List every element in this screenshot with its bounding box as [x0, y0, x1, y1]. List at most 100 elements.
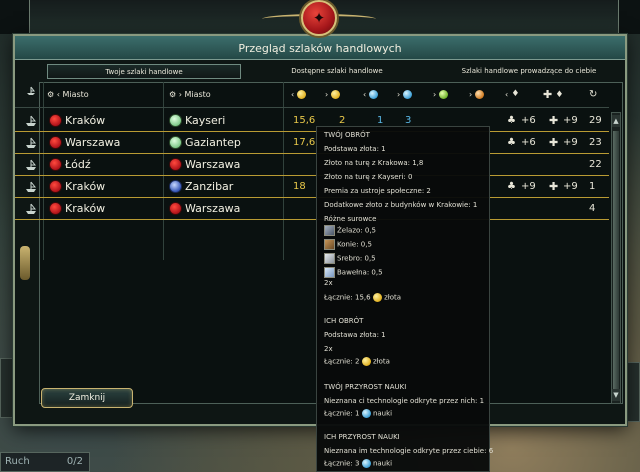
table-row[interactable]: Łódź Warszawa 22	[15, 154, 609, 176]
resource-iron: Żelazo: 0,5	[324, 225, 376, 236]
destination-city: Kayseri	[185, 114, 226, 127]
religion-to-header[interactable]: ✚ ♦	[543, 84, 564, 106]
resource-horses: Konie: 0,5	[324, 239, 372, 250]
destination-city: Warszawa	[185, 202, 241, 215]
scroll-thumb[interactable]	[613, 131, 619, 389]
tooltip-section-title: ICH PRZYROST NAUKI	[324, 433, 400, 441]
origin-city: Łódź	[65, 158, 91, 171]
tab-incoming-routes[interactable]: Szlaki handlowe prowadzące do ciebie	[433, 64, 625, 79]
table-row[interactable]: Kraków Zanzibar 18 +9 +9 1 ♣ ✚	[15, 176, 609, 198]
civ-icon	[169, 202, 182, 215]
destination-city: Gaziantep	[185, 136, 241, 149]
civ-icon	[169, 158, 182, 171]
iron-icon	[324, 225, 335, 236]
tooltip-line: TWÓJ OBRÓT	[324, 131, 370, 139]
tooltip-multiplier: 2x	[324, 345, 333, 353]
ship-icon	[25, 136, 38, 149]
turns-remaining: 4	[589, 203, 596, 214]
religion-icon: ♦	[511, 88, 520, 99]
origin-city: Kraków	[65, 114, 106, 127]
ship-icon	[25, 180, 38, 193]
tooltip-line: Podstawa złota: 1	[324, 145, 386, 153]
tooltip-line: Złoto na turę z Krakowa: 1,8	[324, 159, 424, 167]
scroll-up-icon[interactable]: ▲	[612, 115, 620, 127]
civ-icon	[49, 136, 62, 149]
religion-theirs: +9	[563, 181, 578, 192]
left-side-tab[interactable]	[0, 358, 14, 418]
horse-icon	[324, 239, 335, 250]
resource-silver: Srebro: 0,5	[324, 253, 376, 264]
table-row[interactable]: Warszawa Gaziantep 17,6 +6 +9 23 ♣ ✚	[15, 132, 609, 154]
scroll-down-icon[interactable]: ▼	[612, 389, 620, 401]
gold-from-header[interactable]: ‹	[291, 84, 307, 106]
religion-yours: +9	[521, 181, 536, 192]
ship-header-icon[interactable]	[25, 84, 37, 106]
turns-remaining: 1	[589, 181, 596, 192]
civ-icon	[169, 114, 182, 127]
civ-icon	[49, 114, 62, 127]
turns-remaining: 29	[589, 115, 602, 126]
gold-to-header[interactable]: ›	[325, 84, 341, 106]
civ-icon	[169, 136, 182, 149]
science-icon	[403, 89, 413, 99]
tooltip-line: Nieznana im technologie odkryte przez ci…	[324, 447, 494, 455]
science-to-header[interactable]: ›	[397, 84, 413, 106]
science-icon	[361, 459, 371, 468]
tooltip-section-title: ICH OBRÓT	[324, 317, 364, 325]
tooltip-line: Premia za ustroje społeczne: 2	[324, 187, 431, 195]
left-ornament	[20, 246, 30, 280]
production-header[interactable]: ›	[469, 84, 485, 106]
to-city-header[interactable]: ⚙ › Miasto	[169, 84, 211, 106]
dialog-title: Przegląd szlaków handlowych	[238, 42, 402, 55]
from-city-header[interactable]: ⚙ ‹ Miasto	[47, 84, 89, 106]
origin-city: Warszawa	[65, 136, 121, 149]
food-header[interactable]: ›	[433, 84, 449, 106]
table-header-row: ⚙ ‹ Miasto ⚙ › Miasto ‹ › ‹ › › › ‹ ♦ ✚ …	[15, 84, 609, 108]
cotton-icon	[324, 267, 335, 278]
origin-city: Kraków	[65, 202, 106, 215]
tooltip-total: Łącznie: 3 nauki	[324, 459, 393, 468]
gold-icon	[361, 357, 371, 366]
minimap-corner	[0, 0, 30, 34]
turns-remaining: 22	[589, 159, 602, 170]
civ-icon	[49, 180, 62, 193]
tooltip-line: Nieznana ci technologie odkryte przez ni…	[324, 397, 485, 405]
science-from-header[interactable]: ‹	[363, 84, 379, 106]
vertical-scrollbar[interactable]: ▲ ▼	[611, 112, 621, 404]
tooltip-total: Łącznie: 2 złota	[324, 357, 390, 366]
gold-icon	[372, 293, 382, 302]
chevron-left-icon: ⚙ ‹	[47, 90, 60, 99]
religion-theirs: +9	[563, 115, 578, 126]
religion-yours: +6	[521, 115, 536, 126]
tab-your-routes[interactable]: Twoje szlaki handlowe	[47, 64, 241, 79]
tooltip-section-title: TWÓJ PRZYROST NAUKI	[324, 383, 407, 391]
refresh-icon: ↻	[589, 89, 598, 100]
turns-remaining: 23	[589, 137, 602, 148]
production-icon	[475, 89, 485, 99]
religion-from-header[interactable]: ‹ ♦	[505, 84, 520, 106]
gold-yours: 15,6	[293, 115, 316, 126]
table-row[interactable]: Kraków Kayseri 15,6 2 1 3 +6 +9 29 ♣ ✚	[15, 110, 609, 132]
tooltip-line: Różne surowce	[324, 215, 377, 223]
civ-icon	[49, 158, 62, 171]
silver-icon	[324, 253, 335, 264]
turn-label: Ruch	[5, 456, 30, 467]
close-button[interactable]: Zamknij	[41, 388, 133, 408]
turns-header[interactable]: ↻	[589, 84, 597, 106]
religion-yours: +6	[521, 137, 536, 148]
table-row[interactable]: Kraków Warszawa 4	[15, 198, 609, 220]
tab-available-routes[interactable]: Dostępne szlaki handlowe	[241, 64, 433, 79]
religion-theirs: +9	[563, 137, 578, 148]
tooltip-total: Łącznie: 15,6 złota	[324, 293, 402, 302]
religion-icon: ♣	[507, 115, 516, 126]
resource-cotton: Bawełna: 0,5	[324, 267, 383, 278]
religion-icon: ♣	[507, 137, 516, 148]
tooltip-multiplier: 2x	[324, 279, 333, 287]
gold-icon	[331, 89, 341, 99]
gold-yours: 18	[293, 181, 306, 192]
science-icon	[361, 409, 371, 418]
sort-icon: ⚙ ›	[169, 90, 182, 99]
religion-icon: ♣	[507, 181, 516, 192]
destination-city: Warszawa	[185, 158, 241, 171]
civ-icon	[169, 180, 182, 193]
